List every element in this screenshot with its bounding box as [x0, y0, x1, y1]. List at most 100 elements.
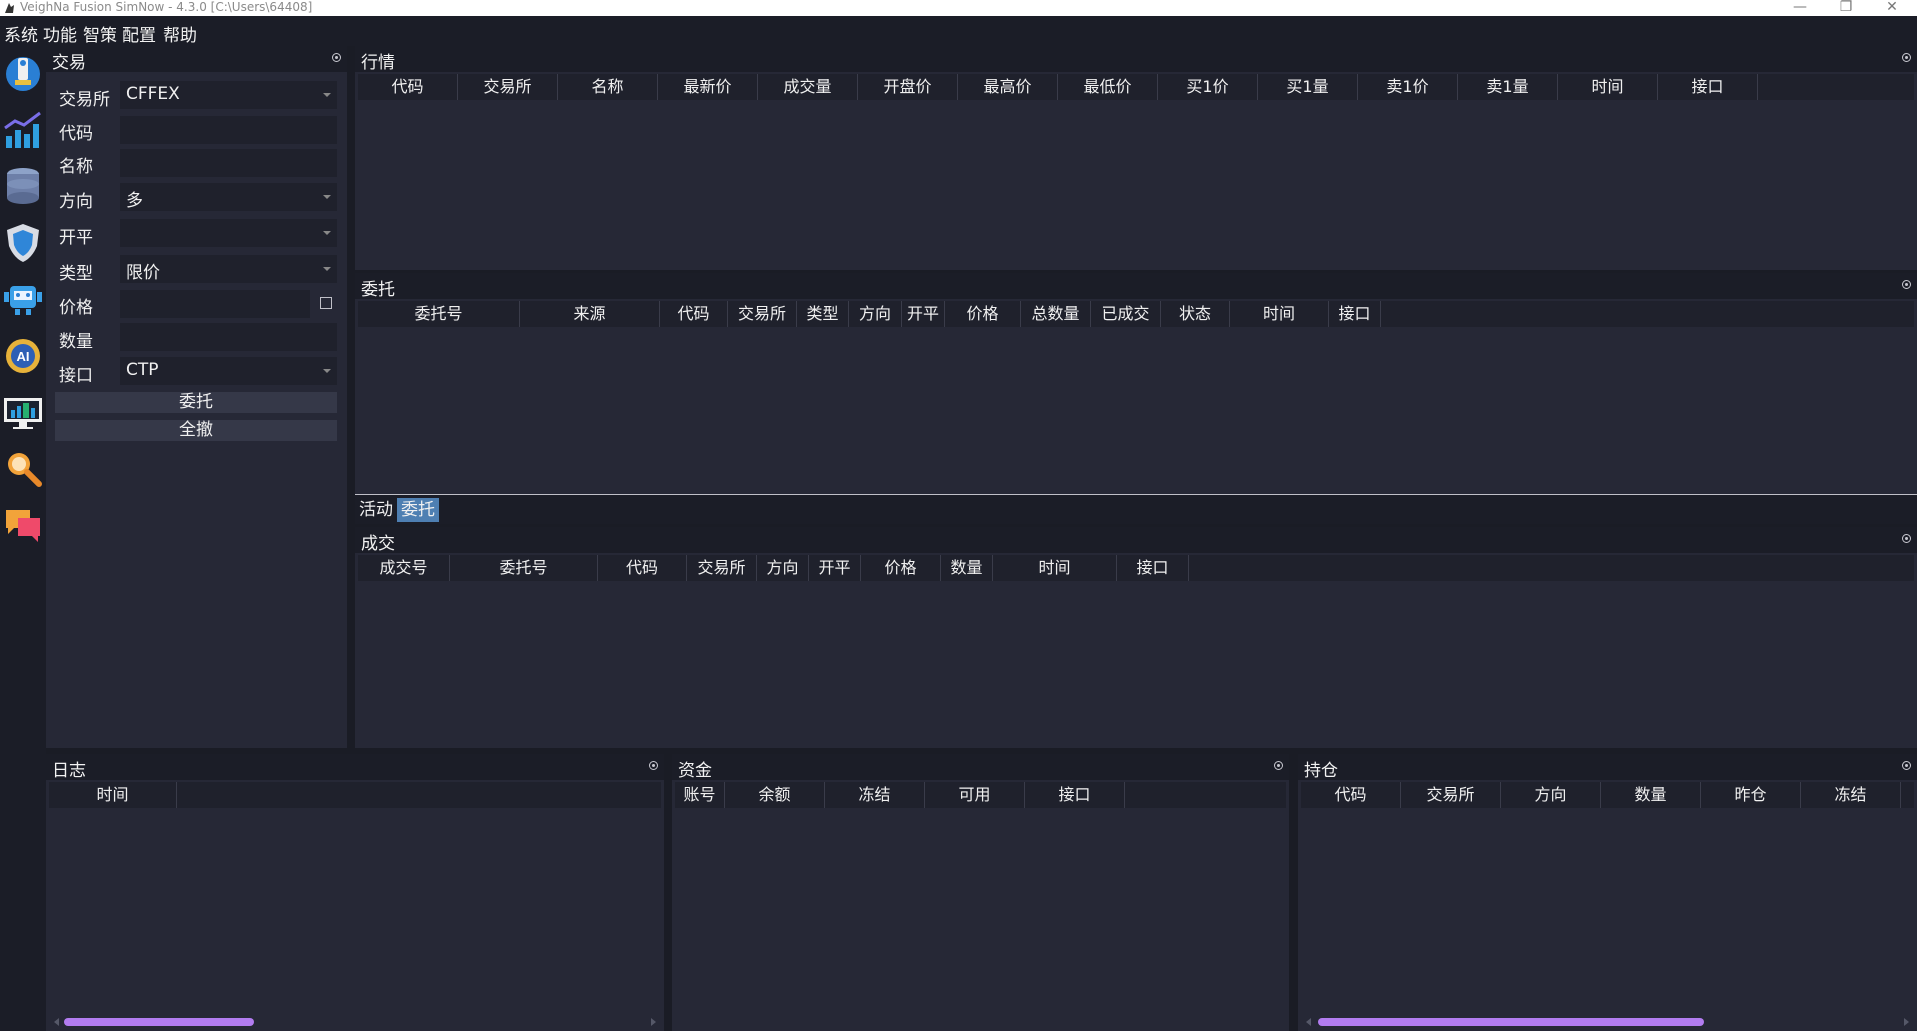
cancel-all-button[interactable]: 全撤 — [55, 420, 337, 441]
price-input[interactable] — [120, 290, 310, 318]
shield-icon[interactable] — [2, 220, 44, 264]
order-type-select[interactable]: 限价 — [120, 255, 337, 283]
trade-col-time[interactable]: 时间 — [993, 555, 1117, 581]
order-col-traded[interactable]: 已成交 — [1091, 301, 1161, 327]
trade-col-offset[interactable]: 开平 — [809, 555, 861, 581]
menu-system[interactable]: 系统 — [4, 21, 38, 46]
tab-all-orders[interactable]: 委托 — [397, 498, 439, 522]
tick-col-high[interactable]: 最高价 — [958, 74, 1058, 100]
tick-col-ask-price[interactable]: 卖1价 — [1358, 74, 1458, 100]
restore-button[interactable]: ❐ — [1826, 0, 1866, 14]
exchange-select[interactable]: CFFEX — [120, 81, 337, 109]
close-button[interactable]: ✕ — [1872, 0, 1912, 14]
search-icon[interactable] — [2, 446, 44, 490]
scroll-right-icon[interactable] — [651, 1018, 656, 1026]
tick-col-symbol[interactable]: 代码 — [358, 74, 458, 100]
order-table[interactable]: 委托号 来源 代码 交易所 类型 方向 开平 价格 总数量 已成交 状态 时间 … — [358, 301, 1914, 491]
trade-col-symbol[interactable]: 代码 — [598, 555, 687, 581]
trade-col-gateway[interactable]: 接口 — [1117, 555, 1189, 581]
tick-col-bid-price[interactable]: 买1价 — [1158, 74, 1258, 100]
trade-col-volume[interactable]: 数量 — [941, 555, 993, 581]
menu-strategy[interactable]: 智策 — [83, 21, 117, 46]
account-col-available[interactable]: 可用 — [925, 782, 1025, 808]
name-input[interactable] — [120, 149, 337, 177]
order-col-type[interactable]: 类型 — [797, 301, 849, 327]
trade-col-orderid[interactable]: 委托号 — [450, 555, 598, 581]
tick-col-name[interactable]: 名称 — [558, 74, 658, 100]
order-col-volume[interactable]: 总数量 — [1021, 301, 1091, 327]
order-col-gateway[interactable]: 接口 — [1329, 301, 1381, 327]
menu-config[interactable]: 配置 — [122, 21, 156, 46]
trade-col-direction[interactable]: 方向 — [757, 555, 809, 581]
scroll-thumb[interactable] — [1318, 1018, 1704, 1026]
account-table[interactable]: 账号 余额 冻结 可用 接口 — [675, 782, 1286, 1028]
tab-active-orders[interactable]: 活动 — [355, 498, 397, 522]
gateway-select[interactable]: CTP — [120, 357, 337, 385]
order-col-direction[interactable]: 方向 — [849, 301, 902, 327]
order-col-orderid[interactable]: 委托号 — [358, 301, 520, 327]
scroll-left-icon[interactable] — [1306, 1018, 1311, 1026]
tick-col-gateway[interactable]: 接口 — [1658, 74, 1758, 100]
tick-col-last-price[interactable]: 最新价 — [658, 74, 758, 100]
order-col-reference[interactable]: 来源 — [520, 301, 660, 327]
log-table[interactable]: 时间 — [49, 782, 661, 1028]
order-col-status[interactable]: 状态 — [1161, 301, 1230, 327]
position-horizontal-scrollbar[interactable] — [1306, 1016, 1909, 1028]
tick-col-time[interactable]: 时间 — [1558, 74, 1658, 100]
order-col-price[interactable]: 价格 — [945, 301, 1021, 327]
dock-float-icon[interactable] — [1902, 53, 1911, 62]
monitor-icon[interactable] — [2, 390, 44, 434]
menu-help[interactable]: 帮助 — [163, 21, 197, 46]
dock-float-icon[interactable] — [1902, 534, 1911, 543]
position-col-direction[interactable]: 方向 — [1501, 782, 1601, 808]
volume-input[interactable] — [120, 323, 337, 351]
dock-float-icon[interactable] — [1902, 280, 1911, 289]
trade-col-tradeid[interactable]: 成交号 — [358, 555, 450, 581]
minimize-button[interactable]: — — [1780, 0, 1820, 14]
position-col-frozen[interactable]: 冻结 — [1801, 782, 1901, 808]
tick-col-low[interactable]: 最低价 — [1058, 74, 1158, 100]
order-col-exchange[interactable]: 交易所 — [728, 301, 797, 327]
tick-col-exchange[interactable]: 交易所 — [458, 74, 558, 100]
offset-select[interactable] — [120, 219, 337, 247]
account-col-balance[interactable]: 余额 — [725, 782, 825, 808]
dock-float-icon[interactable] — [1902, 761, 1911, 770]
tick-table[interactable]: 代码 交易所 名称 最新价 成交量 开盘价 最高价 最低价 买1价 买1量 卖1… — [358, 74, 1914, 267]
scroll-thumb[interactable] — [64, 1018, 254, 1026]
trade-col-exchange[interactable]: 交易所 — [687, 555, 757, 581]
account-col-gateway[interactable]: 接口 — [1025, 782, 1125, 808]
dock-float-icon[interactable] — [1274, 761, 1283, 770]
trade-col-price[interactable]: 价格 — [861, 555, 941, 581]
position-col-volume[interactable]: 数量 — [1601, 782, 1701, 808]
chart-icon[interactable] — [2, 108, 44, 152]
order-col-time[interactable]: 时间 — [1230, 301, 1329, 327]
position-col-yd-volume[interactable]: 昨仓 — [1701, 782, 1801, 808]
account-col-frozen[interactable]: 冻结 — [825, 782, 925, 808]
tick-col-bid-volume[interactable]: 买1量 — [1258, 74, 1358, 100]
chess-icon[interactable] — [2, 50, 44, 94]
dock-float-icon[interactable] — [649, 761, 658, 770]
tick-col-open[interactable]: 开盘价 — [858, 74, 958, 100]
scroll-left-icon[interactable] — [54, 1018, 59, 1026]
chat-icon[interactable] — [2, 502, 44, 546]
account-col-accountid[interactable]: 账号 — [675, 782, 725, 808]
menu-function[interactable]: 功能 — [43, 21, 77, 46]
price-checkbox[interactable] — [320, 297, 332, 309]
log-horizontal-scrollbar[interactable] — [54, 1016, 656, 1028]
ai-gear-icon[interactable]: AI — [2, 334, 44, 378]
position-table[interactable]: 代码 交易所 方向 数量 昨仓 冻结 — [1301, 782, 1914, 1028]
robot-icon[interactable] — [2, 276, 44, 320]
order-col-symbol[interactable]: 代码 — [660, 301, 728, 327]
position-col-exchange[interactable]: 交易所 — [1401, 782, 1501, 808]
send-order-button[interactable]: 委托 — [55, 392, 337, 413]
scroll-right-icon[interactable] — [1904, 1018, 1909, 1026]
direction-select[interactable]: 多 — [120, 183, 337, 211]
trade-list-table[interactable]: 成交号 委托号 代码 交易所 方向 开平 价格 数量 时间 接口 — [358, 555, 1914, 745]
symbol-input[interactable] — [120, 116, 337, 144]
tick-col-ask-volume[interactable]: 卖1量 — [1458, 74, 1558, 100]
log-col-time[interactable]: 时间 — [49, 782, 177, 808]
tick-col-volume[interactable]: 成交量 — [758, 74, 858, 100]
dock-float-icon[interactable] — [332, 53, 341, 62]
database-icon[interactable] — [2, 164, 44, 208]
order-col-offset[interactable]: 开平 — [902, 301, 945, 327]
